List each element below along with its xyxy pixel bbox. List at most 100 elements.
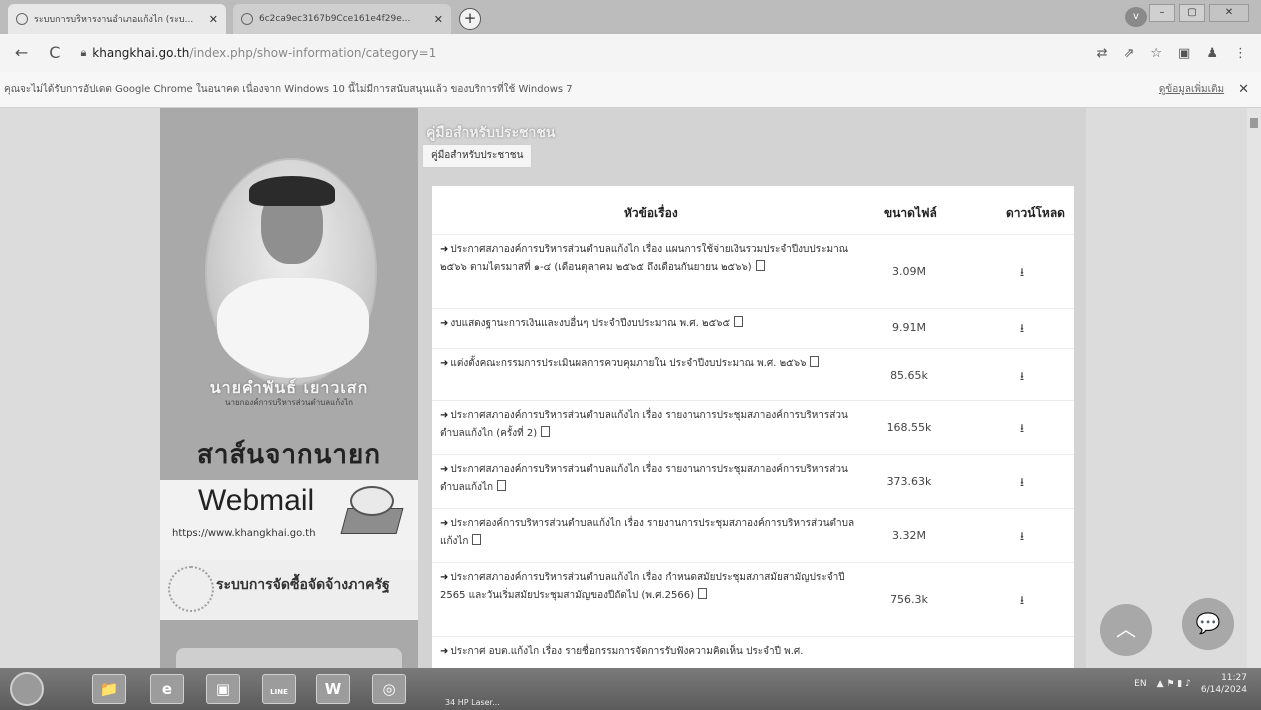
file-icon bbox=[541, 426, 551, 437]
table-row: ➜ ประกาศสภาองค์การบริหารส่วนตำบลแก้งไก เร… bbox=[432, 562, 1074, 636]
network-icon[interactable]: ▲ ⚑ ▮ ♪ bbox=[1157, 679, 1191, 689]
minimize-button[interactable]: – bbox=[1149, 4, 1175, 22]
download-icon[interactable]: ⭳ bbox=[992, 367, 1052, 388]
browser-toolbar: ← C 🔒︎ khangkhai.go.th /index.php/show-i… bbox=[0, 34, 1261, 72]
side-panel-icon[interactable]: ▣ bbox=[1178, 46, 1190, 61]
table-row: ➜ ประกาศองค์การบริหารส่วนตำบลแก้งไก เรื่อ… bbox=[432, 508, 1074, 562]
learn-more-link[interactable]: ดูข้อมูลเพิ่มเติม bbox=[1159, 82, 1224, 97]
tab-inactive[interactable]: 6c2ca9ec3167b9Cce161e4f29e... ✕ bbox=[233, 4, 451, 34]
arrow-circle-icon: ➜ bbox=[440, 572, 449, 583]
tab-close-icon[interactable]: ✕ bbox=[209, 13, 218, 26]
document-link[interactable]: ➜ ประกาศสภาองค์การบริหารส่วนตำบลแก้งไก เร… bbox=[440, 407, 860, 443]
bookmark-star-icon[interactable]: ☆ bbox=[1150, 46, 1162, 61]
line-app-icon[interactable]: LINE bbox=[262, 674, 296, 704]
scroll-to-top-button[interactable]: ︿ bbox=[1100, 604, 1152, 656]
word-icon[interactable]: W bbox=[316, 674, 350, 704]
download-icon[interactable]: ⭳ bbox=[992, 473, 1052, 494]
document-link[interactable]: ➜ แต่งตั้งคณะกรรมการประเมินผลการควบคุมภาย… bbox=[440, 355, 860, 373]
tab-active[interactable]: ระบบการบริหารงานอำเภอแก้งไก (ระบ... ✕ bbox=[8, 4, 226, 34]
column-header-title: หัวข้อเรื่อง bbox=[624, 206, 678, 220]
reload-button[interactable]: C bbox=[43, 41, 66, 65]
site-favicon-icon bbox=[241, 13, 253, 25]
maximize-button[interactable]: ▢ bbox=[1179, 4, 1205, 22]
clock[interactable]: 11:27 6/14/2024 bbox=[1201, 672, 1247, 696]
document-link[interactable]: ➜ งบแสดงฐานะการเงินและงบอื่นๆ ประจำปีงบปร… bbox=[440, 315, 860, 333]
document-link[interactable]: ➜ ประกาศ อบต.แก้งไก เรื่อง รายชื่อกรรมการ… bbox=[440, 643, 860, 661]
arrow-circle-icon: ➜ bbox=[440, 318, 449, 329]
document-table: หัวข้อเรื่อง ขนาดไฟล์ ดาวน์โหลด ➜ ประกาศส… bbox=[432, 186, 1074, 668]
url-host: khangkhai.go.th bbox=[92, 46, 190, 60]
document-link[interactable]: ➜ ประกาศสภาองค์การบริหารส่วนตำบลแก้งไก เร… bbox=[440, 461, 860, 497]
document-link[interactable]: ➜ ประกาศองค์การบริหารส่วนตำบลแก้งไก เรื่อ… bbox=[440, 515, 860, 551]
chrome-icon[interactable]: ◎ bbox=[372, 674, 406, 704]
download-icon[interactable]: ⭳ bbox=[992, 527, 1052, 548]
page-scrollbar[interactable] bbox=[1247, 108, 1261, 668]
update-infobar: คุณจะไม่ได้รับการอัปเดต Google Chrome ใน… bbox=[0, 72, 1261, 108]
file-size: 373.63k bbox=[886, 475, 932, 488]
language-indicator[interactable]: EN bbox=[1134, 679, 1146, 689]
file-icon bbox=[734, 316, 744, 327]
active-window-label: 34 HP Laser... bbox=[445, 698, 500, 707]
file-size: 168.55k bbox=[886, 421, 932, 434]
system-tray: EN ▲ ⚑ ▮ ♪ 11:27 6/14/2024 bbox=[1134, 672, 1247, 696]
menu-icon[interactable]: ⋮ bbox=[1234, 46, 1247, 61]
document-link[interactable]: ➜ ประกาศสภาองค์การบริหารส่วนตำบลแก้งไก เร… bbox=[440, 241, 860, 277]
toolbar-icons: ⇄ ⇗ ☆ ▣ ♟ ⋮ bbox=[1097, 46, 1247, 61]
column-header-size: ขนาดไฟล์ bbox=[884, 206, 937, 220]
internet-explorer-icon[interactable]: e bbox=[150, 674, 184, 704]
clock-time: 11:27 bbox=[1221, 673, 1247, 683]
profile-icon[interactable]: ♟ bbox=[1206, 46, 1218, 61]
webmail-banner[interactable]: Webmail https://www.khangkhai.go.th bbox=[160, 480, 418, 560]
arrow-circle-icon: ➜ bbox=[440, 410, 449, 421]
table-row: ➜ แต่งตั้งคณะกรรมการประเมินผลการควบคุมภาย… bbox=[432, 348, 1074, 400]
lock-icon[interactable]: 🔒︎ bbox=[80, 46, 86, 60]
file-icon bbox=[810, 356, 820, 367]
close-window-button[interactable]: ✕ bbox=[1209, 4, 1249, 22]
tab-strip: ระบบการบริหารงานอำเภอแก้งไก (ระบ... ✕ 6c… bbox=[0, 0, 1261, 34]
mailbox-icon bbox=[340, 486, 404, 536]
breadcrumb: คู่มือสำหรับประชาชน bbox=[422, 144, 533, 168]
procurement-label: ระบบการจัดซื้อจัดจ้างภาครัฐ bbox=[216, 577, 390, 593]
chat-button[interactable]: 💬 bbox=[1182, 598, 1234, 650]
download-icon[interactable]: ⭳ bbox=[992, 319, 1052, 340]
portrait-uniform bbox=[217, 278, 369, 378]
scrollbar-thumb[interactable] bbox=[1250, 118, 1258, 128]
download-icon[interactable]: ⭳ bbox=[992, 419, 1052, 440]
infobar-close-icon[interactable]: ✕ bbox=[1238, 82, 1249, 97]
sidebar-banner[interactable] bbox=[176, 648, 402, 668]
section-heading: คู่มือสำหรับประชาชน bbox=[426, 125, 556, 141]
share-icon[interactable]: ⇗ bbox=[1123, 46, 1134, 61]
url-path: /index.php/show-information/category=1 bbox=[189, 46, 437, 60]
government-seal-icon bbox=[168, 566, 214, 612]
arrow-circle-icon: ➜ bbox=[440, 646, 449, 657]
start-button[interactable] bbox=[10, 672, 44, 706]
clock-date: 6/14/2024 bbox=[1200, 685, 1247, 695]
file-size: 3.32M bbox=[892, 529, 926, 542]
download-icon[interactable]: ⭳ bbox=[992, 591, 1052, 612]
procurement-banner[interactable]: ระบบการจัดซื้อจัดจ้างภาครัฐ bbox=[160, 560, 418, 620]
translate-icon[interactable]: ⇄ bbox=[1097, 46, 1108, 61]
download-icon[interactable]: ⭳ bbox=[992, 263, 1052, 284]
table-row: ➜ ประกาศสภาองค์การบริหารส่วนตำบลแก้งไก เร… bbox=[432, 400, 1074, 454]
table-row: ➜ ประกาศ อบต.แก้งไก เรื่อง รายชื่อกรรมการ… bbox=[432, 636, 1074, 668]
infobar-message: คุณจะไม่ได้รับการอัปเดต Google Chrome ใน… bbox=[4, 84, 573, 95]
file-size: 9.91M bbox=[892, 321, 926, 334]
tab-title: 6c2ca9ec3167b9Cce161e4f29e... bbox=[259, 14, 411, 24]
column-header-download: ดาวน์โหลด bbox=[1006, 206, 1065, 220]
app-icon[interactable]: ▣ bbox=[206, 674, 240, 704]
file-explorer-icon[interactable]: 📁 bbox=[92, 674, 126, 704]
tab-close-icon[interactable]: ✕ bbox=[434, 13, 443, 26]
web-page: นายคำพันธ์ เยาวเสก นายกองค์การบริหารส่วน… bbox=[0, 108, 1261, 668]
tab-search-button[interactable]: v bbox=[1125, 7, 1147, 27]
file-icon bbox=[497, 480, 507, 491]
address-bar[interactable]: 🔒︎ khangkhai.go.th /index.php/show-infor… bbox=[80, 40, 1096, 66]
site-favicon-icon bbox=[16, 13, 28, 25]
document-link[interactable]: ➜ ประกาศสภาองค์การบริหารส่วนตำบลแก้งไก เร… bbox=[440, 569, 860, 605]
file-icon bbox=[472, 534, 482, 545]
mayor-message-link[interactable]: สาส์นจากนายก bbox=[160, 434, 418, 475]
window-controls: – ▢ ✕ bbox=[1149, 4, 1249, 22]
back-button[interactable]: ← bbox=[10, 41, 33, 65]
file-size: 85.65k bbox=[890, 369, 928, 382]
arrow-circle-icon: ➜ bbox=[440, 244, 449, 255]
new-tab-button[interactable]: + bbox=[459, 8, 481, 30]
